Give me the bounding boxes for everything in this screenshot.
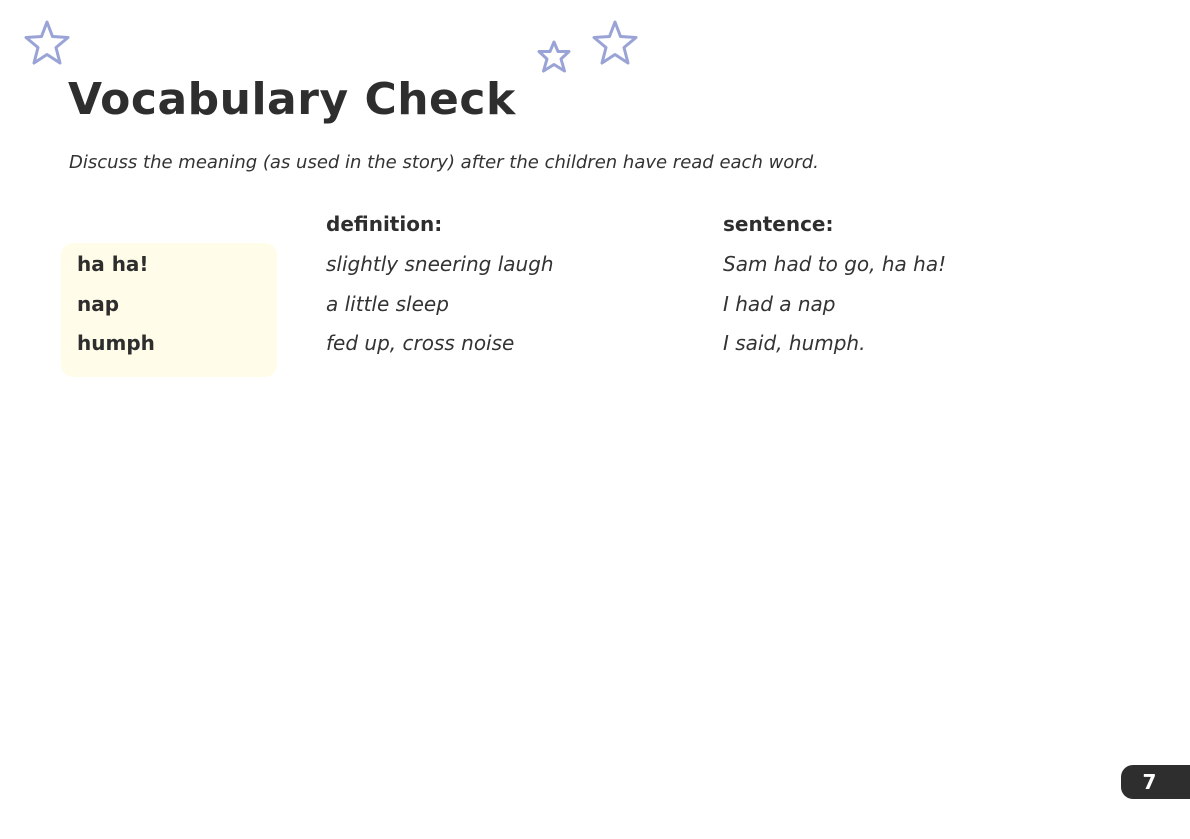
vocab-sentence: I had a nap	[723, 292, 836, 316]
star-icon	[537, 40, 571, 73]
vocab-word: nap	[77, 292, 120, 316]
vocab-definition: a little sleep	[326, 292, 449, 316]
sentence-column-header: sentence:	[723, 212, 834, 236]
vocab-row: nap a little sleep I had a nap	[0, 292, 1190, 332]
page-number: 7	[1121, 765, 1190, 799]
vocab-row: ha ha! slightly sneering laugh Sam had t…	[0, 252, 1190, 292]
vocab-row: humph fed up, cross noise I said, humph.	[0, 331, 1190, 371]
vocab-word: humph	[77, 331, 155, 355]
vocab-sentence: I said, humph.	[723, 331, 866, 355]
vocab-sentence: Sam had to go, ha ha!	[723, 252, 947, 276]
page-title: Vocabulary Check	[68, 74, 516, 125]
vocab-word: ha ha!	[77, 252, 149, 276]
star-icon	[24, 20, 70, 65]
instructions-text: Discuss the meaning (as used in the stor…	[69, 152, 819, 173]
vocab-definition: fed up, cross noise	[326, 331, 515, 355]
vocab-definition: slightly sneering laugh	[326, 252, 554, 276]
definition-column-header: definition:	[326, 212, 443, 236]
star-icon	[592, 20, 638, 65]
